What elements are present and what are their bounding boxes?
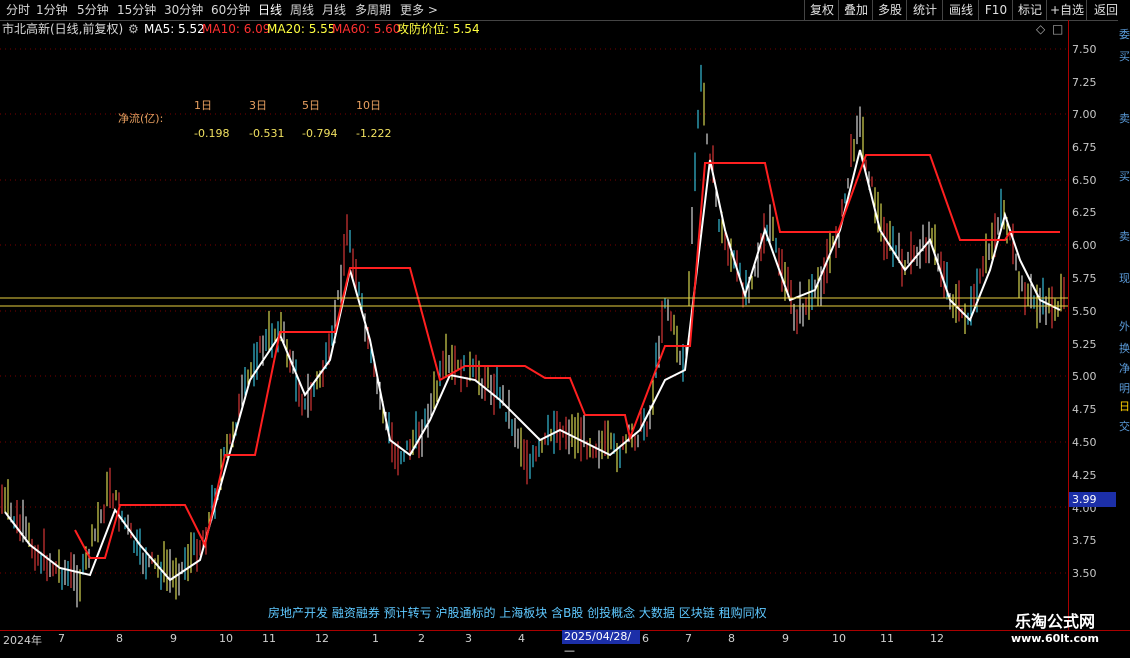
quote-panel-char: 交 (1119, 420, 1130, 433)
square-icon[interactable]: □ (1052, 20, 1063, 38)
sector-tags[interactable]: 房地产开发 融资融券 预计转亏 沪股通标的 上海板块 含B股 创投概念 大数据 … (268, 604, 767, 621)
quote-panel-char: 外 (1119, 320, 1130, 333)
y-label: 5.00 (1072, 370, 1097, 383)
y-label: 3.75 (1072, 534, 1097, 547)
x-label: 8 (116, 632, 123, 645)
ma60-value: MA60: 5.60 (332, 22, 401, 36)
stock-title: 市北高新(日线,前复权) (2, 22, 124, 36)
y-label: 7.00 (1072, 108, 1097, 121)
x-label: 9 (170, 632, 177, 645)
draw-line-button[interactable]: 画线 (942, 0, 979, 20)
quote-panel-char: 委 (1119, 28, 1130, 41)
quote-panel-char: 卖 (1119, 230, 1130, 243)
y-label: 7.50 (1072, 43, 1097, 56)
x-label: 8 (728, 632, 735, 645)
statistics-button[interactable]: 统计 (906, 0, 943, 20)
quote-panel-char: 买 (1119, 50, 1130, 63)
x-label: 2024年 (3, 634, 42, 647)
gridlines (0, 48, 1068, 574)
x-label: 12 (930, 632, 944, 645)
y-label: 5.75 (1072, 272, 1097, 285)
tab-daily[interactable]: 日线 (258, 2, 282, 18)
ma20-value: MA20: 5.55 (267, 22, 336, 36)
adjust-button[interactable]: 复权 (804, 0, 839, 20)
y-label: 5.50 (1072, 305, 1097, 318)
x-label: 12 (315, 632, 329, 645)
tab-1min[interactable]: 1分钟 (36, 2, 68, 18)
candlestick-chart[interactable] (0, 38, 1068, 630)
x-label: 2 (418, 632, 425, 645)
tab-more[interactable]: 更多 > (400, 2, 438, 18)
x-label: 7 (685, 632, 692, 645)
add-favorite-button[interactable]: +自选 (1046, 0, 1087, 20)
quote-panel-char: 净 (1119, 362, 1130, 375)
quote-panel-char: 买 (1119, 170, 1130, 183)
ma10-value: MA10: 6.09 (202, 22, 271, 36)
watermark-url: www.60lt.com (1010, 632, 1100, 645)
tab-60min[interactable]: 60分钟 (211, 2, 250, 18)
tab-5min[interactable]: 5分钟 (77, 2, 109, 18)
quote-panel-char: 日 (1119, 400, 1130, 413)
quote-panel-char: 换 (1119, 342, 1130, 355)
x-label: 1 (372, 632, 379, 645)
y-label: 6.50 (1072, 174, 1097, 187)
x-label: 4 (518, 632, 525, 645)
x-label: 3 (465, 632, 472, 645)
defense-price-value: 攻防价位: 5.54 (397, 22, 480, 36)
y-label: 5.25 (1072, 338, 1097, 351)
multi-stock-button[interactable]: 多股 (872, 0, 907, 20)
quote-panel-char: 明 (1119, 382, 1130, 395)
x-label: 10 (219, 632, 233, 645)
y-label: 7.25 (1072, 76, 1097, 89)
tab-30min[interactable]: 30分钟 (164, 2, 203, 18)
indicator-info: 市北高新(日线,前复权) ⚙ MA5: 5.52 MA10: 6.09 MA20… (0, 20, 1068, 38)
x-label: 6 (642, 632, 649, 645)
y-label: 4.25 (1072, 469, 1097, 482)
y-label: 3.50 (1072, 567, 1097, 580)
tab-intraday[interactable]: 分时 (6, 2, 30, 18)
cursor-date-badge: 2025/04/28/— (562, 630, 640, 657)
y-label: 6.75 (1072, 141, 1097, 154)
x-label: 9 (782, 632, 789, 645)
f10-button[interactable]: F10 (978, 0, 1013, 20)
x-label: 11 (262, 632, 276, 645)
candles (1, 64, 1065, 608)
ma5-value: MA5: 5.52 (144, 22, 205, 36)
y-label: 4.50 (1072, 436, 1097, 449)
back-button[interactable]: 返回 (1086, 0, 1125, 20)
tab-15min[interactable]: 15分钟 (117, 2, 156, 18)
current-price-badge: 3.99 (1069, 492, 1116, 507)
watermark-name: 乐淘公式网 (1014, 612, 1095, 631)
overlay-button[interactable]: 叠加 (838, 0, 873, 20)
y-label: 6.25 (1072, 206, 1097, 219)
x-label: 7 (58, 632, 65, 645)
tab-multi-period[interactable]: 多周期 (355, 2, 391, 18)
ma20-line (4, 149, 1061, 582)
quote-panel-char: 卖 (1119, 112, 1130, 125)
x-label: 10 (832, 632, 846, 645)
diamond-icon[interactable]: ◇ (1036, 20, 1045, 38)
settings-icon[interactable]: ⚙ (128, 20, 139, 38)
period-toolbar: 分时 1分钟 5分钟 15分钟 30分钟 60分钟 日线 周线 月线 多周期 更… (0, 0, 1130, 21)
site-watermark: 乐淘公式网 www.60lt.com (995, 608, 1115, 645)
y-label: 6.00 (1072, 239, 1097, 252)
tab-monthly[interactable]: 月线 (322, 2, 346, 18)
x-label: 11 (880, 632, 894, 645)
mark-button[interactable]: 标记 (1012, 0, 1047, 20)
quote-panel-char: 现 (1119, 272, 1130, 285)
y-label: 4.75 (1072, 403, 1097, 416)
tab-weekly[interactable]: 周线 (290, 2, 314, 18)
defense-stair-line (74, 154, 1060, 559)
